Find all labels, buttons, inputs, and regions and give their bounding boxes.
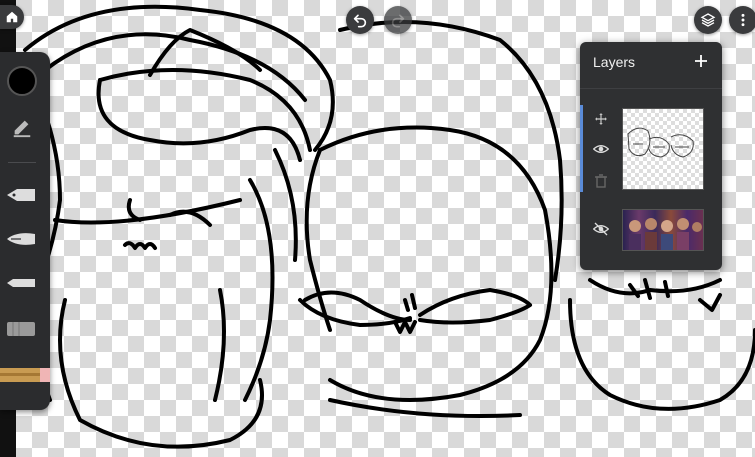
tool-palette — [0, 52, 50, 410]
layers-icon — [700, 13, 716, 27]
edit-pen-button[interactable] — [4, 112, 40, 142]
pencil-button[interactable] — [0, 360, 50, 390]
home-button[interactable] — [0, 5, 24, 29]
eraser-icon — [7, 322, 35, 336]
fountain-pen-icon — [7, 233, 35, 245]
ink-pen-icon — [7, 189, 35, 201]
undo-icon — [353, 14, 367, 28]
edit-pen-icon — [13, 120, 31, 138]
layer-thumbnail-sketch[interactable] — [622, 108, 704, 190]
more-button[interactable] — [729, 6, 755, 34]
pencil-icon — [0, 368, 50, 382]
trash-icon — [595, 174, 607, 188]
toolbar-divider — [8, 162, 36, 163]
marker-button[interactable] — [4, 268, 40, 298]
layers-toggle-button[interactable] — [694, 6, 722, 34]
plus-icon — [695, 55, 707, 67]
current-color — [7, 66, 37, 96]
redo-icon — [391, 14, 405, 28]
add-layer-button[interactable] — [690, 50, 712, 72]
fountain-pen-button[interactable] — [4, 224, 40, 254]
thumbnail-sketch-drawing — [627, 127, 694, 158]
eye-icon — [593, 145, 609, 153]
layer-row-sketch[interactable] — [580, 105, 722, 192]
more-vert-icon — [741, 13, 745, 27]
layers-panel: Layers — [580, 42, 722, 270]
layer-visibility-toggle-hidden[interactable] — [592, 220, 610, 238]
color-swatch[interactable] — [4, 66, 40, 96]
redo-button[interactable] — [384, 6, 412, 34]
undo-button[interactable] — [346, 6, 374, 34]
layer-thumbnail-photo[interactable] — [622, 209, 704, 251]
layer-visibility-toggle[interactable] — [592, 140, 610, 158]
move-layer-button[interactable] — [592, 110, 610, 128]
marker-icon — [7, 279, 35, 287]
layers-divider — [580, 88, 722, 89]
layers-title: Layers — [593, 54, 636, 70]
delete-layer-button[interactable] — [592, 172, 610, 190]
move-icon — [595, 113, 607, 125]
eye-off-icon — [593, 222, 609, 236]
layer-row-photo[interactable] — [580, 206, 722, 252]
eraser-button[interactable] — [4, 314, 40, 344]
home-icon — [6, 11, 18, 23]
ink-pen-button[interactable] — [4, 180, 40, 210]
thumbnail-photo-image — [629, 218, 702, 250]
